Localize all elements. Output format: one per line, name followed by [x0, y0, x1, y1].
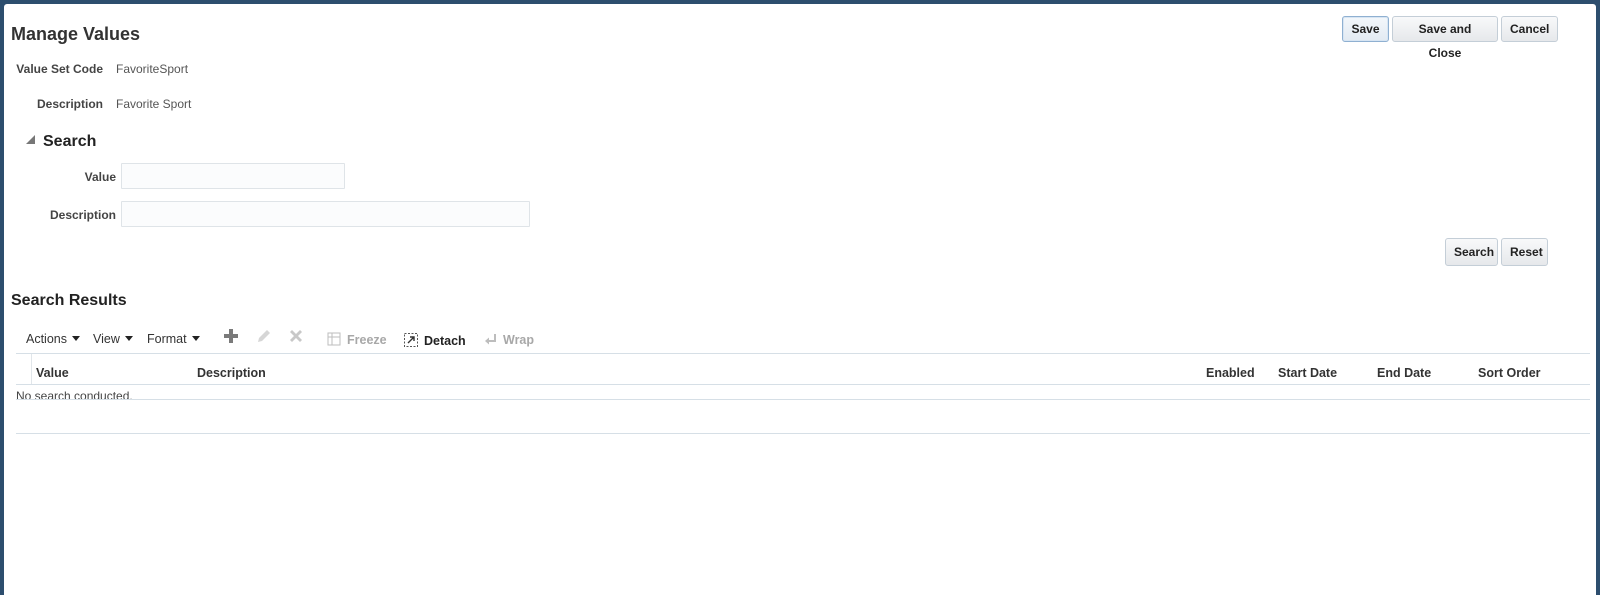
search-value-input[interactable] [121, 163, 345, 189]
column-header-enabled[interactable]: Enabled [1206, 366, 1255, 380]
actions-menu-label: Actions [26, 332, 67, 346]
column-header-description[interactable]: Description [197, 366, 266, 380]
description-value: Favorite Sport [116, 97, 192, 111]
column-divider [31, 354, 32, 384]
detach-icon [404, 333, 418, 347]
search-button[interactable]: Search [1445, 238, 1498, 266]
table-bottom-border [16, 433, 1590, 434]
freeze-label: Freeze [347, 333, 387, 347]
search-results-heading: Search Results [11, 292, 127, 309]
table-top-border [16, 353, 1590, 354]
search-description-input[interactable] [121, 201, 530, 227]
save-button[interactable]: Save [1342, 16, 1389, 42]
wrap-button[interactable]: Wrap [484, 332, 534, 347]
actions-menu[interactable]: Actions [26, 332, 80, 346]
value-set-code-value: FavoriteSport [116, 62, 189, 76]
search-value-label: Value [84, 170, 116, 184]
x-icon[interactable] [288, 328, 304, 344]
chevron-down-icon [191, 336, 200, 342]
cancel-button[interactable]: Cancel [1501, 16, 1558, 42]
description-label: Description [36, 97, 103, 111]
detach-button[interactable]: Detach [403, 332, 466, 348]
manage-values-panel: Manage Values Save Save and Close Cancel… [4, 4, 1596, 595]
view-menu-label: View [93, 332, 120, 346]
search-heading: Search [43, 133, 97, 150]
row-divider [16, 399, 1590, 400]
save-and-close-button[interactable]: Save and Close [1392, 16, 1498, 60]
format-menu-label: Format [147, 332, 187, 346]
reset-button[interactable]: Reset [1501, 238, 1548, 266]
column-header-value[interactable]: Value [36, 366, 69, 380]
header-bottom-border [16, 384, 1590, 385]
chevron-down-icon [124, 336, 133, 342]
column-header-start-date[interactable]: Start Date [1278, 366, 1337, 380]
freeze-icon [327, 332, 341, 346]
column-header-end-date[interactable]: End Date [1377, 366, 1431, 380]
search-section-header[interactable]: Search [26, 133, 96, 151]
freeze-button[interactable]: Freeze [327, 332, 387, 347]
view-menu[interactable]: View [93, 332, 133, 346]
search-description-label: Description [49, 208, 116, 222]
wrap-icon [485, 334, 496, 345]
detach-label: Detach [424, 334, 466, 348]
value-set-code-label: Value Set Code [16, 62, 103, 76]
format-menu[interactable]: Format [147, 332, 200, 346]
collapse-triangle-icon[interactable] [26, 135, 35, 145]
pencil-icon[interactable] [256, 328, 272, 344]
chevron-down-icon [72, 336, 80, 342]
page-title: Manage Values [11, 24, 141, 44]
empty-results-message: No search conducted. [16, 389, 133, 403]
wrap-label: Wrap [503, 333, 535, 347]
column-header-sort-order[interactable]: Sort Order [1478, 366, 1541, 380]
plus-icon[interactable] [223, 328, 239, 344]
